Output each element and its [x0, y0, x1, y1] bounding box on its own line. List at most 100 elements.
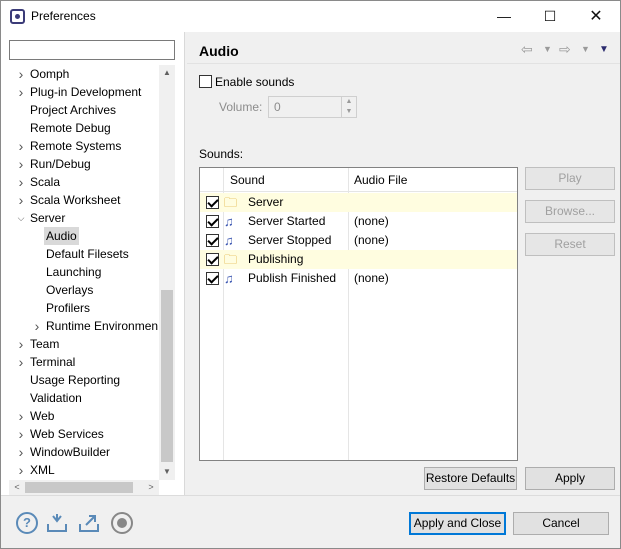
tree-item[interactable]: Launching	[1, 263, 159, 281]
restore-defaults-button[interactable]: Restore Defaults	[424, 467, 517, 490]
tree-item[interactable]: Remote Debug	[1, 119, 159, 137]
apply-button[interactable]: Apply	[525, 467, 615, 490]
tree-item[interactable]: › WindowBuilder	[1, 443, 159, 461]
expand-chevron-right-icon[interactable]: ›	[16, 83, 26, 101]
tree-item[interactable]: › Team	[1, 335, 159, 353]
sound-enabled-checkbox[interactable]	[206, 272, 219, 285]
tree-item-label: WindowBuilder	[30, 445, 111, 459]
tree-item[interactable]: › Runtime Environmen	[1, 317, 159, 335]
folder-sound-icon: 🗀	[224, 195, 238, 210]
apply-and-close-button[interactable]: Apply and Close	[409, 512, 506, 535]
tree-item[interactable]: › Oomph	[1, 65, 159, 83]
expand-chevron-right-icon[interactable]: ›	[16, 407, 26, 425]
table-row[interactable]: ♫ Server Started (none)	[200, 212, 517, 231]
filter-input[interactable]	[9, 40, 175, 60]
cancel-button[interactable]: Cancel	[513, 512, 609, 535]
sound-enabled-checkbox[interactable]	[206, 215, 219, 228]
scroll-left-icon[interactable]: <	[9, 480, 25, 495]
expand-chevron-right-icon[interactable]: ›	[16, 461, 26, 479]
import-icon[interactable]	[46, 512, 68, 534]
tree-item[interactable]: › Web Services	[1, 425, 159, 443]
play-button[interactable]: Play	[525, 167, 615, 190]
enable-sounds-checkbox[interactable]	[199, 75, 212, 88]
music-note-icon: ♫	[224, 271, 234, 286]
column-header-sound[interactable]: Sound	[230, 168, 265, 192]
minimize-button[interactable]: —	[481, 1, 527, 32]
tree-item[interactable]: › Remote Systems	[1, 137, 159, 155]
export-icon[interactable]	[78, 512, 100, 534]
scroll-up-icon[interactable]: ▲	[159, 65, 175, 81]
expand-chevron-down-icon[interactable]: ⌵	[16, 209, 26, 227]
tree-item-label: Scala Worksheet	[30, 193, 121, 207]
scroll-down-icon[interactable]: ▼	[159, 464, 175, 480]
tree-item[interactable]: Project Archives	[1, 101, 159, 119]
volume-up-icon[interactable]: ▲	[341, 97, 356, 107]
help-icon[interactable]: ?	[16, 512, 38, 534]
back-arrow-icon[interactable]: ⇦	[521, 41, 533, 58]
tree-vertical-scrollbar[interactable]: ▲ ▼	[159, 65, 175, 480]
scroll-thumb-horizontal[interactable]	[25, 482, 133, 493]
browse-button[interactable]: Browse...	[525, 200, 615, 223]
tree-item[interactable]: › Scala	[1, 173, 159, 191]
expand-chevron-right-icon[interactable]: ›	[32, 317, 42, 335]
tree-item[interactable]: Default Filesets	[1, 245, 159, 263]
column-header-audio-file[interactable]: Audio File	[354, 168, 407, 192]
tree-item[interactable]: Audio	[1, 227, 159, 245]
expand-chevron-right-icon[interactable]: ›	[16, 335, 26, 353]
footer-divider	[1, 495, 620, 496]
preference-tree: › Oomph › Plug-in Development Project Archiv…	[1, 65, 159, 480]
scroll-right-icon[interactable]: >	[143, 480, 159, 495]
sound-enabled-checkbox[interactable]	[206, 253, 219, 266]
tree-item[interactable]: Profilers	[1, 299, 159, 317]
table-row[interactable]: ♫ Server Stopped (none)	[200, 231, 517, 250]
table-row[interactable]: ♫ Publish Finished (none)	[200, 269, 517, 288]
expand-chevron-right-icon[interactable]: ›	[16, 191, 26, 209]
tree-horizontal-scrollbar[interactable]: < >	[9, 480, 159, 495]
forward-arrow-icon[interactable]: ⇨	[559, 41, 571, 58]
expand-chevron-right-icon[interactable]: ›	[16, 65, 26, 83]
reset-button[interactable]: Reset	[525, 233, 615, 256]
tree-item-label: Remote Debug	[30, 121, 111, 135]
tree-item[interactable]: › XML	[1, 461, 159, 479]
sound-enabled-checkbox[interactable]	[206, 234, 219, 247]
sound-name: Publish Finished	[248, 271, 337, 285]
tree-item[interactable]: › Run/Debug	[1, 155, 159, 173]
table-row[interactable]: 🗀 Publishing	[200, 250, 517, 269]
tree-item-label: Default Filesets	[46, 247, 129, 261]
audio-file: (none)	[354, 271, 389, 285]
tree-item-label: Scala	[30, 175, 61, 189]
volume-stepper[interactable]: 0 ▲ ▼	[268, 96, 357, 118]
tree-item[interactable]: › Web	[1, 407, 159, 425]
tree-item-label: Team	[30, 337, 60, 351]
expand-chevron-right-icon[interactable]: ›	[16, 137, 26, 155]
tree-item[interactable]: ⌵ Server	[1, 209, 159, 227]
audio-file: (none)	[354, 233, 389, 247]
sounds-table[interactable]: Sound Audio File 🗀 Server ♫ Server Started (…	[199, 167, 518, 461]
sound-name: Server Started	[248, 214, 326, 228]
record-icon[interactable]	[111, 512, 133, 534]
scroll-thumb[interactable]	[161, 290, 173, 462]
tree-item[interactable]: Usage Reporting	[1, 371, 159, 389]
tree-item[interactable]: › Terminal	[1, 353, 159, 371]
tree-item[interactable]: Validation	[1, 389, 159, 407]
expand-chevron-right-icon[interactable]: ›	[16, 155, 26, 173]
tree-item[interactable]: › Plug-in Development	[1, 83, 159, 101]
preference-tree-panel: › Oomph › Plug-in Development Project Archiv…	[1, 32, 185, 495]
tree-item-label: Run/Debug	[30, 157, 91, 171]
view-menu-icon[interactable]: ▼	[599, 44, 609, 55]
tree-item[interactable]: › Scala Worksheet	[1, 191, 159, 209]
expand-chevron-right-icon[interactable]: ›	[16, 173, 26, 191]
volume-down-icon[interactable]: ▼	[341, 107, 356, 117]
tree-item[interactable]: Overlays	[1, 281, 159, 299]
back-menu-chevron-icon[interactable]: ▼	[543, 44, 552, 54]
expand-chevron-right-icon[interactable]: ›	[16, 425, 26, 443]
maximize-button[interactable]: ☐	[527, 1, 573, 32]
table-row[interactable]: 🗀 Server	[200, 193, 517, 212]
expand-chevron-right-icon[interactable]: ›	[16, 443, 26, 461]
audio-file: (none)	[354, 214, 389, 228]
close-button[interactable]: ✕	[573, 1, 619, 32]
sound-enabled-checkbox[interactable]	[206, 196, 219, 209]
forward-menu-chevron-icon[interactable]: ▼	[581, 44, 590, 54]
expand-chevron-right-icon[interactable]: ›	[16, 353, 26, 371]
sound-name: Publishing	[248, 252, 304, 266]
